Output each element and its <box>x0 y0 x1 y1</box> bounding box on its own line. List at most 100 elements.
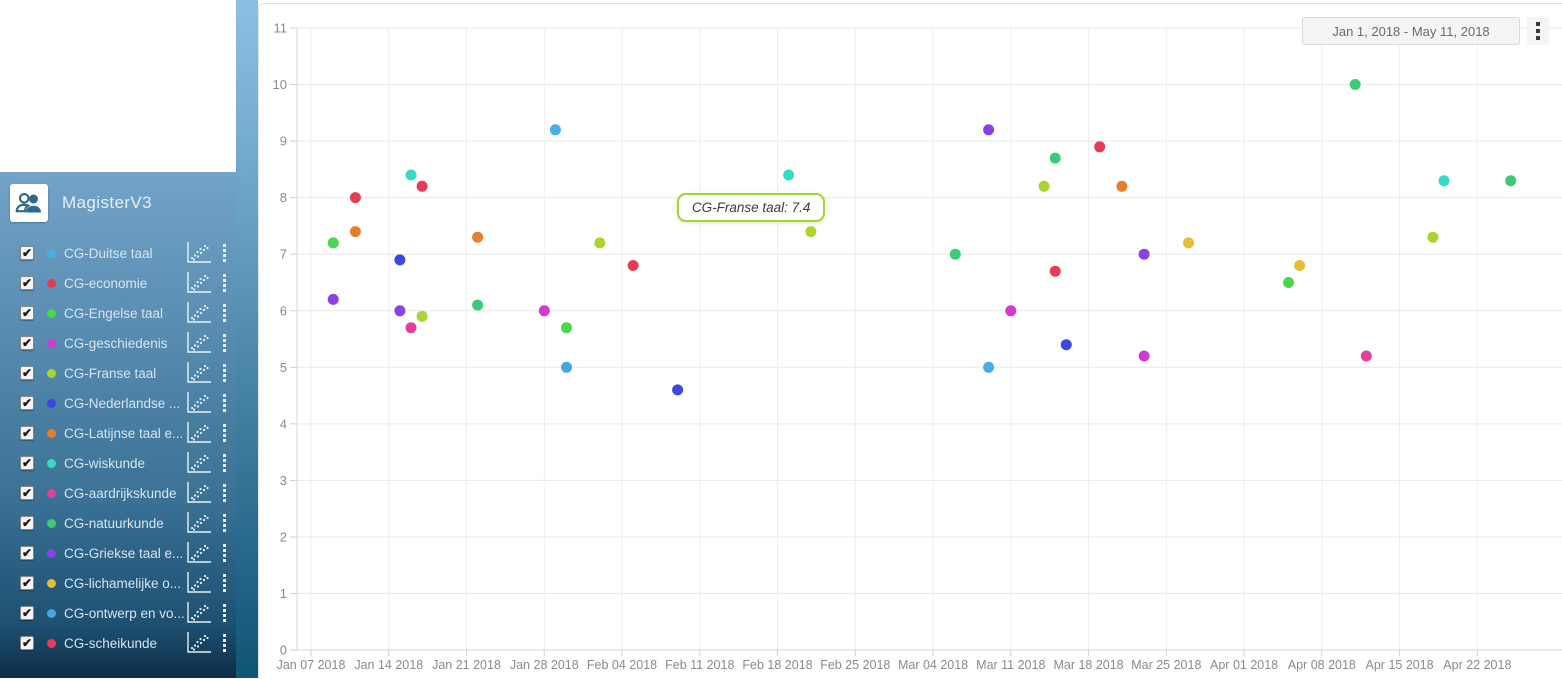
legend-item-cg-engelse-taal[interactable]: ✔ CG-Engelse taal <box>0 298 236 328</box>
series-checkbox[interactable]: ✔ <box>20 546 34 560</box>
scatter-chart-icon[interactable] <box>185 331 211 355</box>
data-point[interactable] <box>1138 248 1150 260</box>
scatter-chart-icon[interactable] <box>185 421 211 445</box>
series-menu-icon[interactable] <box>219 452 230 474</box>
data-point[interactable] <box>538 305 550 317</box>
data-point[interactable] <box>1049 265 1061 277</box>
data-point[interactable] <box>1505 175 1517 187</box>
legend-item-cg-scheikunde[interactable]: ✔ CG-scheikunde <box>0 628 236 658</box>
legend-item-cg-griekse-taal-e[interactable]: ✔ CG-Griekse taal e... <box>0 538 236 568</box>
data-point[interactable] <box>1038 180 1050 192</box>
series-checkbox[interactable]: ✔ <box>20 486 34 500</box>
data-point[interactable] <box>327 293 339 305</box>
series-checkbox[interactable]: ✔ <box>20 306 34 320</box>
scatter-chart-icon[interactable] <box>185 511 211 535</box>
chart-menu-button[interactable] <box>1527 17 1549 45</box>
legend-item-cg-geschiedenis[interactable]: ✔ CG-geschiedenis <box>0 328 236 358</box>
series-menu-icon[interactable] <box>219 422 230 444</box>
series-menu-icon[interactable] <box>219 572 230 594</box>
series-checkbox[interactable]: ✔ <box>20 426 34 440</box>
data-point[interactable] <box>1138 350 1150 362</box>
series-checkbox[interactable]: ✔ <box>20 516 34 530</box>
series-menu-icon[interactable] <box>219 482 230 504</box>
scatter-chart-icon[interactable] <box>185 571 211 595</box>
series-menu-icon[interactable] <box>219 302 230 324</box>
data-point[interactable] <box>672 384 684 396</box>
data-point[interactable] <box>472 231 484 243</box>
legend-item-cg-nederlandse[interactable]: ✔ CG-Nederlandse ... <box>0 388 236 418</box>
data-point[interactable] <box>349 192 361 204</box>
scatter-chart-icon[interactable] <box>185 361 211 385</box>
series-menu-icon[interactable] <box>219 332 230 354</box>
series-menu-icon[interactable] <box>219 512 230 534</box>
data-point[interactable] <box>594 237 606 249</box>
data-point[interactable] <box>983 361 995 373</box>
series-checkbox[interactable]: ✔ <box>20 396 34 410</box>
data-point[interactable] <box>805 226 817 238</box>
series-menu-icon[interactable] <box>219 542 230 564</box>
data-point[interactable] <box>1005 305 1017 317</box>
x-tick-label: Feb 11 2018 <box>665 658 734 672</box>
legend-item-cg-lichamelijke-o[interactable]: ✔ CG-lichamelijke o... <box>0 568 236 598</box>
series-checkbox[interactable]: ✔ <box>20 576 34 590</box>
data-point[interactable] <box>1294 260 1306 271</box>
data-point[interactable] <box>783 169 795 181</box>
data-point[interactable] <box>1283 277 1294 288</box>
data-point[interactable] <box>1094 141 1106 153</box>
data-point[interactable] <box>1349 79 1361 90</box>
series-checkbox[interactable]: ✔ <box>20 606 34 620</box>
series-menu-icon[interactable] <box>219 362 230 384</box>
data-point[interactable] <box>1049 152 1061 164</box>
series-checkbox[interactable]: ✔ <box>20 456 34 470</box>
data-point[interactable] <box>983 124 995 136</box>
series-menu-icon[interactable] <box>219 632 230 654</box>
series-menu-icon[interactable] <box>219 602 230 624</box>
scatter-chart-icon[interactable] <box>185 271 211 295</box>
legend-item-cg-natuurkunde[interactable]: ✔ CG-natuurkunde <box>0 508 236 538</box>
scatter-chart-icon[interactable] <box>185 541 211 565</box>
data-point[interactable] <box>349 226 361 238</box>
data-point[interactable] <box>1438 175 1450 187</box>
scatter-chart-icon[interactable] <box>185 301 211 325</box>
data-point[interactable] <box>561 322 572 334</box>
data-point[interactable] <box>405 322 417 334</box>
data-point[interactable] <box>1116 180 1128 192</box>
legend-item-cg-economie[interactable]: ✔ CG-economie <box>0 268 236 298</box>
series-menu-icon[interactable] <box>219 272 230 294</box>
series-checkbox[interactable]: ✔ <box>20 276 34 290</box>
legend-item-cg-franse-taal[interactable]: ✔ CG-Franse taal <box>0 358 236 388</box>
data-point[interactable] <box>561 361 572 373</box>
data-point[interactable] <box>1060 339 1072 351</box>
legend-item-cg-aardrijkskunde[interactable]: ✔ CG-aardrijkskunde <box>0 478 236 508</box>
date-range-button[interactable]: Jan 1, 2018 - May 11, 2018 <box>1302 17 1520 45</box>
legend-item-cg-ontwerp-en-vo[interactable]: ✔ CG-ontwerp en vo... <box>0 598 236 628</box>
scatter-chart-icon[interactable] <box>185 601 211 625</box>
series-checkbox[interactable]: ✔ <box>20 336 34 350</box>
data-point[interactable] <box>394 254 406 266</box>
data-point[interactable] <box>627 260 639 271</box>
series-checkbox[interactable]: ✔ <box>20 366 34 380</box>
data-point[interactable] <box>394 305 406 317</box>
data-point[interactable] <box>405 169 417 181</box>
series-menu-icon[interactable] <box>219 242 230 264</box>
data-point[interactable] <box>472 299 484 311</box>
series-checkbox[interactable]: ✔ <box>20 246 34 260</box>
scatter-chart-icon[interactable] <box>185 451 211 475</box>
data-point[interactable] <box>327 237 339 249</box>
legend-item-cg-duitse-taal[interactable]: ✔ CG-Duitse taal <box>0 238 236 268</box>
data-point[interactable] <box>1427 231 1439 243</box>
scatter-chart-icon[interactable] <box>185 391 211 415</box>
data-point[interactable] <box>1183 237 1194 249</box>
data-point[interactable] <box>949 248 961 260</box>
data-point[interactable] <box>416 310 428 322</box>
legend-item-cg-wiskunde[interactable]: ✔ CG-wiskunde <box>0 448 236 478</box>
legend-item-cg-latijnse-taal-e[interactable]: ✔ CG-Latijnse taal e... <box>0 418 236 448</box>
data-point[interactable] <box>416 180 428 192</box>
scatter-chart-icon[interactable] <box>185 631 211 655</box>
series-checkbox[interactable]: ✔ <box>20 636 34 650</box>
data-point[interactable] <box>1360 350 1372 362</box>
scatter-chart-icon[interactable] <box>185 241 211 265</box>
scatter-chart-icon[interactable] <box>185 481 211 505</box>
data-point[interactable] <box>549 124 561 136</box>
series-menu-icon[interactable] <box>219 392 230 414</box>
